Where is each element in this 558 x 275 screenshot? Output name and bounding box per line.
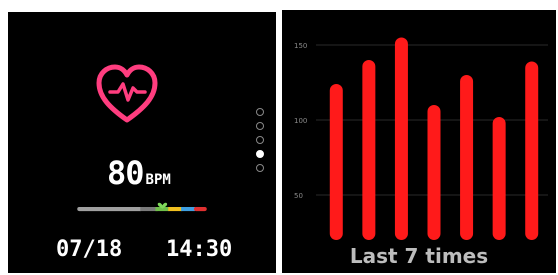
heart-rate-zone-bar	[77, 202, 207, 212]
bar-6	[492, 117, 506, 240]
pulse-line	[108, 82, 147, 102]
heart-rate-history-chart: 50 100 150	[294, 37, 548, 240]
heart-rate-icon	[96, 64, 158, 123]
zone-segment-2	[140, 207, 158, 212]
y-tick-label: 150	[294, 42, 307, 50]
page-dot-5	[256, 164, 264, 172]
bar-2	[362, 60, 376, 240]
y-tick-label: 100	[294, 117, 307, 125]
zone-segment-6	[193, 207, 207, 212]
bar-1	[329, 84, 343, 240]
bar-7	[525, 61, 539, 240]
zone-segment-1	[77, 207, 143, 212]
bar-3	[394, 37, 408, 240]
page-dot-2	[256, 122, 264, 130]
heart-rate-readout: 80 BPM	[107, 154, 171, 192]
heart-rate-screen: 80 BPM 07/18 14:30	[8, 12, 276, 273]
chart-footer-label: Last 7 times	[349, 244, 489, 268]
page-dot-1	[256, 108, 264, 116]
zone-segment-4	[168, 207, 183, 212]
bar-4	[427, 105, 441, 240]
zone-segment-5	[181, 207, 196, 212]
page-dot-4	[256, 150, 264, 158]
time-label: 14:30	[166, 237, 233, 262]
page-dot-3	[256, 136, 264, 144]
heart-rate-unit: BPM	[145, 172, 171, 188]
heart-rate-history-screen: 50 100 150 Last 7 times	[282, 10, 556, 273]
page-indicator	[256, 108, 266, 188]
bar-5	[460, 75, 474, 240]
y-tick-label: 50	[294, 192, 303, 200]
heart-rate-value: 80	[107, 154, 145, 192]
date-label: 07/18	[56, 237, 123, 262]
